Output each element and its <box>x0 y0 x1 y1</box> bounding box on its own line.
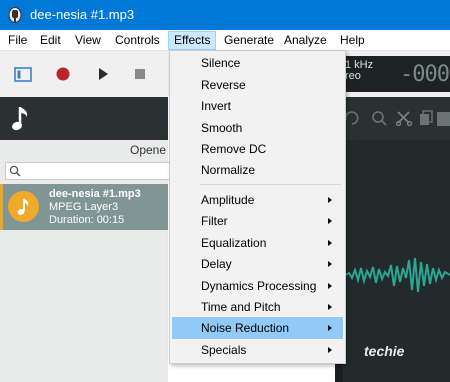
menu-edit[interactable]: Edit <box>35 32 66 49</box>
menu-item-remove-dc[interactable]: Remove DC <box>172 138 343 160</box>
display-line-2: reo <box>345 70 361 82</box>
menu-item-reverse[interactable]: Reverse <box>172 74 343 96</box>
menu-item-equalization[interactable]: Equalization <box>172 232 343 254</box>
submenu-arrow-icon <box>328 347 332 353</box>
menu-item-smooth[interactable]: Smooth <box>172 117 343 139</box>
menu-item-label: Equalization <box>201 236 267 250</box>
menu-item-label: Reverse <box>201 78 246 92</box>
submenu-arrow-icon <box>328 261 332 267</box>
menu-item-label: Dynamics Processing <box>201 279 317 293</box>
menu-item-label: Noise Reduction <box>201 321 290 335</box>
selection-accent <box>0 184 3 230</box>
submenu-arrow-icon <box>328 283 332 289</box>
menu-separator <box>200 184 341 185</box>
menu-effects[interactable]: Effects <box>168 31 217 50</box>
menu-item-delay[interactable]: Delay <box>172 253 343 275</box>
menu-item-label: Filter <box>201 214 228 228</box>
menu-item-filter[interactable]: Filter <box>172 210 343 232</box>
copy-icon[interactable] <box>417 109 435 127</box>
menu-generate[interactable]: Generate <box>219 32 279 49</box>
menu-item-label: Specials <box>201 343 247 357</box>
file-name: dee-nesia #1.mp3 <box>49 188 141 200</box>
menu-item-label: Silence <box>201 56 241 70</box>
music-note-icon <box>12 107 28 131</box>
sample-rate-readout: 1 kHz reo <box>345 60 373 82</box>
window-title: dee-nesia #1.mp3 <box>30 7 135 22</box>
menu-help[interactable]: Help <box>335 32 370 49</box>
menu-item-specials[interactable]: Specials <box>172 339 343 361</box>
file-note-icon <box>17 199 29 215</box>
menu-item-label: Amplitude <box>201 193 255 207</box>
menu-item-label: Delay <box>201 257 232 271</box>
watermark-text: techie <box>364 343 405 359</box>
menu-item-amplitude[interactable]: Amplitude <box>172 189 343 211</box>
submenu-arrow-icon <box>328 325 332 331</box>
submenu-arrow-icon <box>328 304 332 310</box>
submenu-arrow-icon <box>328 218 332 224</box>
menu-analyze[interactable]: Analyze <box>279 32 332 49</box>
menu-item-normalize[interactable]: Normalize <box>172 159 343 181</box>
file-search-input[interactable] <box>5 162 169 180</box>
menu-item-label: Remove DC <box>201 142 267 156</box>
play-icon[interactable] <box>93 64 113 84</box>
menu-item-label: Time and Pitch <box>201 300 281 314</box>
menu-bar: File Edit View Controls Effects Generate… <box>0 30 450 51</box>
menu-file[interactable]: File <box>3 32 32 49</box>
search-icon <box>9 165 21 177</box>
opened-files-label: Opene <box>130 143 167 157</box>
menu-controls[interactable]: Controls <box>110 32 165 49</box>
stop-icon[interactable] <box>130 64 150 84</box>
menu-item-label: Normalize <box>201 163 256 177</box>
menu-item-label: Invert <box>201 99 232 113</box>
view-toggle-icon[interactable] <box>13 64 33 84</box>
cut-icon[interactable] <box>395 109 413 127</box>
menu-item-label: Smooth <box>201 121 243 135</box>
effects-menu: Silence Reverse Invert Smooth Remove DC … <box>169 50 346 364</box>
editor-header <box>335 97 450 140</box>
menu-item-dynamics-processing[interactable]: Dynamics Processing <box>172 275 343 297</box>
submenu-arrow-icon <box>328 197 332 203</box>
menu-item-invert[interactable]: Invert <box>172 95 343 117</box>
time-readout: -000 <box>400 62 450 87</box>
menu-item-time-and-pitch[interactable]: Time and Pitch <box>172 296 343 318</box>
record-icon[interactable] <box>53 64 73 84</box>
app-icon <box>8 7 22 23</box>
audio-file-icon <box>8 191 39 222</box>
title-bar: dee-nesia #1.mp3 <box>0 0 450 30</box>
menu-view[interactable]: View <box>70 32 106 49</box>
paste-icon[interactable] <box>435 109 450 127</box>
file-format: MPEG Layer3 <box>49 201 119 213</box>
file-duration: Duration: 00:15 <box>49 214 125 226</box>
zoom-icon[interactable] <box>370 109 388 127</box>
menu-item-silence[interactable]: Silence <box>172 52 343 74</box>
menu-item-noise-reduction[interactable]: Noise Reduction <box>172 317 343 339</box>
submenu-arrow-icon <box>328 240 332 246</box>
